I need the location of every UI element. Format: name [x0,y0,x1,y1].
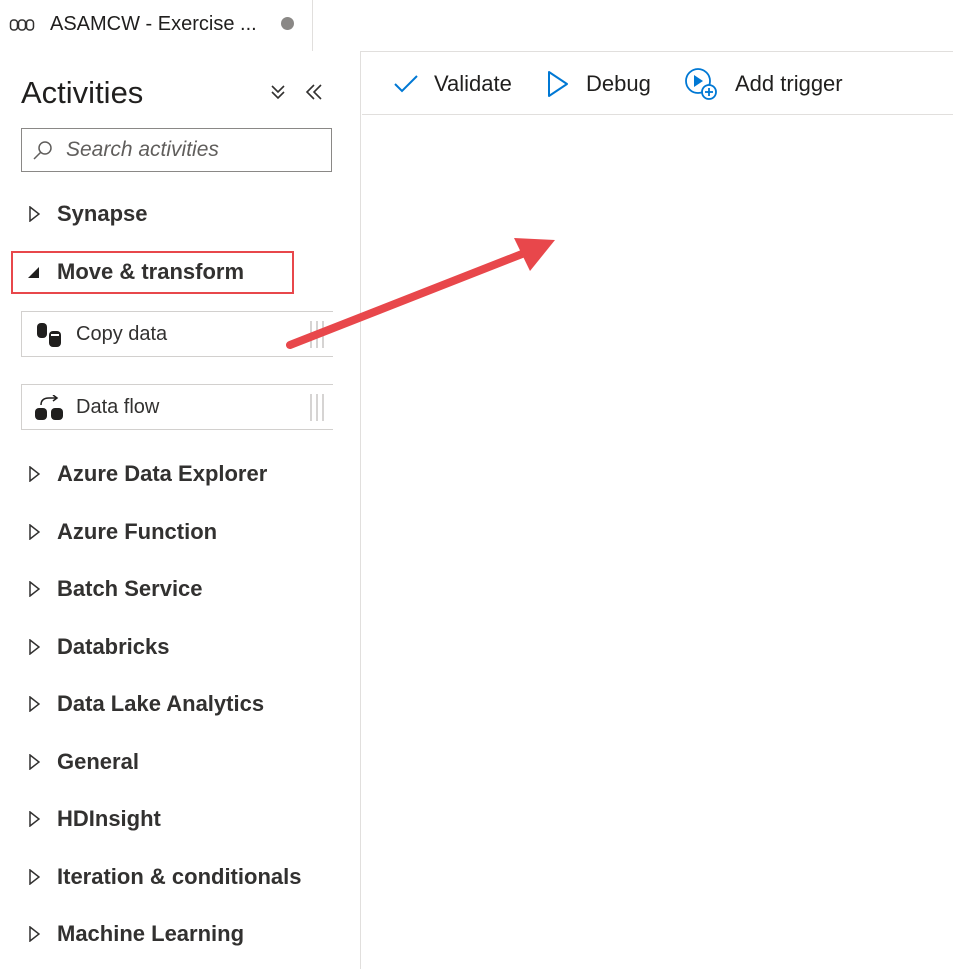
search-box[interactable] [21,128,332,172]
caret-right-icon [29,581,40,597]
tab-bar: ASAMCW - Exercise ... [0,0,953,52]
activity-label: Copy data [76,323,168,345]
category-label: Batch Service [57,576,203,601]
category-machine-learning[interactable]: Machine Learning [24,917,324,951]
category-azure-data-explorer[interactable]: Azure Data Explorer [24,457,324,491]
category-label: Azure Data Explorer [57,461,268,486]
expand-all-icon[interactable] [268,82,288,102]
category-general[interactable]: General [24,745,324,779]
tab-title: ASAMCW - Exercise ... [50,13,257,35]
category-label: Synapse [57,201,148,226]
add-trigger-icon [685,68,717,100]
caret-right-icon [29,466,40,482]
caret-right-icon [29,696,40,712]
category-data-lake-analytics[interactable]: Data Lake Analytics [24,687,324,721]
pipeline-icon [9,19,35,31]
add-trigger-button[interactable]: Add trigger [684,51,864,115]
drag-handle-icon[interactable] [308,392,328,423]
activities-title: Activities [21,75,144,110]
caret-right-icon [29,811,40,827]
search-input[interactable] [66,129,324,171]
tab-bar-empty [314,0,953,52]
category-label: HDInsight [57,806,161,831]
caret-right-icon [29,926,40,942]
caret-right-icon [29,206,40,222]
activity-data-flow[interactable]: Data flow [21,384,333,430]
data-flow-icon [35,395,63,420]
caret-right-icon [29,754,40,770]
play-icon [548,71,568,97]
category-batch-service[interactable]: Batch Service [24,572,324,606]
caret-right-icon [29,639,40,655]
debug-label: Debug [586,71,651,96]
caret-right-icon [29,869,40,885]
add-trigger-label: Add trigger [735,71,843,96]
pipeline-canvas[interactable] [362,116,953,969]
category-label: Iteration & conditionals [57,864,302,889]
category-synapse[interactable]: Synapse [24,197,324,231]
search-icon [33,141,52,160]
unsaved-indicator [281,17,294,30]
category-label: Machine Learning [57,921,245,946]
category-iteration-conditionals[interactable]: Iteration & conditionals [24,860,324,894]
category-label: Move & transform [57,259,245,284]
copy-data-icon [37,323,61,347]
validate-label: Validate [434,71,512,96]
pipeline-tab[interactable]: ASAMCW - Exercise ... [0,0,313,51]
category-hdinsight[interactable]: HDInsight [24,802,324,836]
caret-down-icon [28,267,39,278]
pipeline-toolbar: Validate Debug Add trigger [362,51,953,115]
category-label: General [57,749,139,774]
category-databricks[interactable]: Databricks [24,630,324,664]
category-label: Databricks [57,634,170,659]
collapse-panel-icon[interactable] [304,82,324,102]
activity-copy-data[interactable]: Copy data [21,311,333,357]
category-label: Azure Function [57,519,218,544]
category-move-transform[interactable]: Move & transform [24,255,324,289]
debug-button[interactable]: Debug [544,51,664,115]
checkmark-icon [394,75,418,93]
activity-label: Data flow [76,396,160,418]
validate-button[interactable]: Validate [392,51,522,115]
activities-panel: Activities Synapse Move & transform Copy… [0,51,361,969]
drag-handle-icon[interactable] [308,319,328,350]
category-label: Data Lake Analytics [57,691,265,716]
category-azure-function[interactable]: Azure Function [24,515,324,549]
caret-right-icon [29,524,40,540]
